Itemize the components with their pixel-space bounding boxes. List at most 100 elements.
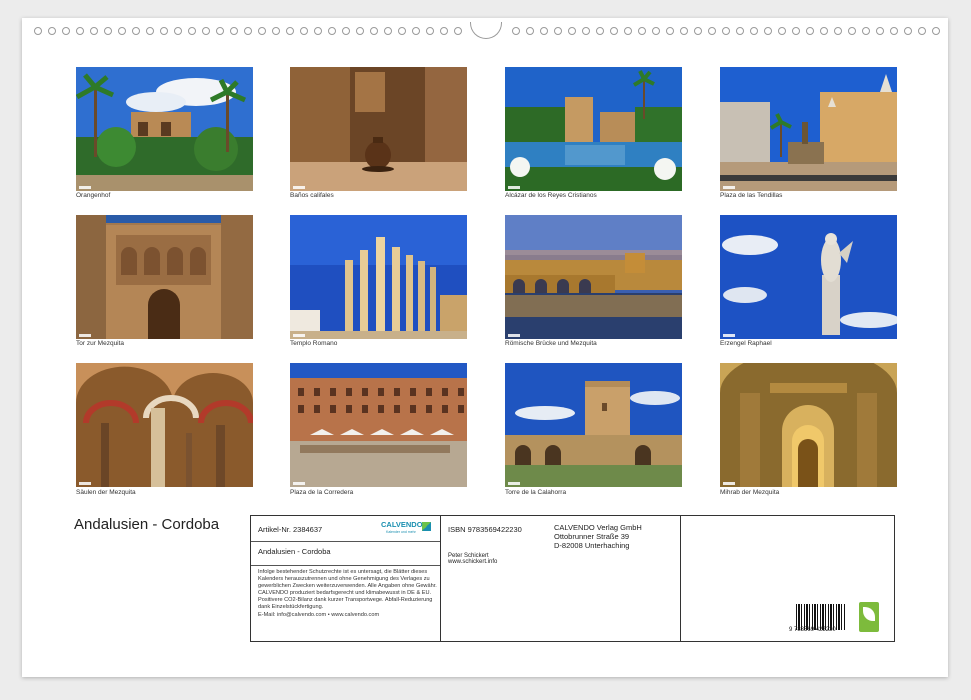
binding-hole xyxy=(750,27,758,35)
binding-hole xyxy=(104,27,112,35)
publisher-name: CALVENDO Verlag GmbH xyxy=(554,523,642,532)
binding-hole xyxy=(244,27,252,35)
binding-hole xyxy=(792,27,800,35)
photo-mihrab-mezquita xyxy=(720,363,897,487)
binding-hole xyxy=(904,27,912,35)
binding-hole xyxy=(230,27,238,35)
photo-caption: Römische Brücke und Mezquita xyxy=(505,340,597,347)
binding-hole xyxy=(666,27,674,35)
author-website: www.schickert.info xyxy=(448,559,498,565)
binding-hole xyxy=(568,27,576,35)
binding-hole xyxy=(540,27,548,35)
photo-caption: Tor zur Mezquita xyxy=(76,340,125,347)
photo-erzengel-raphael xyxy=(720,215,897,339)
photo-torre-calahorra xyxy=(505,363,682,487)
photo-plaza-tendillas xyxy=(720,67,897,191)
binding-hole xyxy=(890,27,898,35)
photo-caption: Säulen der Mezquita xyxy=(76,489,136,496)
binding-hole xyxy=(680,27,688,35)
binding-hole xyxy=(638,27,646,35)
binding-hole xyxy=(300,27,308,35)
photo-caption: Templo Romano xyxy=(290,340,338,347)
calvendo-logo: CALVENDO xyxy=(381,520,423,529)
calvendo-logo-icon xyxy=(422,522,431,531)
binding-hole xyxy=(554,27,562,35)
photo-roemische-bruecke xyxy=(505,215,682,339)
publisher-street: Ottobrunner Straße 39 xyxy=(554,532,630,541)
calvendo-tagline: Kalender und mehr xyxy=(386,530,416,534)
photo-caption: Plaza de las Tendillas xyxy=(720,192,783,199)
binding-hole xyxy=(160,27,168,35)
binding-hole xyxy=(118,27,126,35)
binding-hole xyxy=(454,27,462,35)
photo-templo-romano xyxy=(290,215,467,339)
photo-alcazar xyxy=(505,67,682,191)
binding-hole xyxy=(778,27,786,35)
binding-hole xyxy=(848,27,856,35)
binding-hole xyxy=(932,27,940,35)
contact-email: E-Mail: info@calvendo.com • www.calvendo… xyxy=(258,612,380,618)
info-box: Artikel-Nr. 2384637 CALVENDO Kalender un… xyxy=(250,515,895,642)
binding-hole xyxy=(272,27,280,35)
photo-banos-califales xyxy=(290,67,467,191)
binding-hole xyxy=(90,27,98,35)
photo-caption: Alcázar de los Reyes Cristianos xyxy=(505,192,597,199)
photo-caption: Plaza de la Corredera xyxy=(290,489,354,496)
photo-caption: Torre de la Calahorra xyxy=(505,489,567,496)
binding-hole xyxy=(328,27,336,35)
binding-hole xyxy=(342,27,350,35)
binding-hole xyxy=(512,27,520,35)
binding-hole xyxy=(834,27,842,35)
binding-hole xyxy=(146,27,154,35)
binding-hole xyxy=(314,27,322,35)
isbn: ISBN 9783569422230 xyxy=(448,525,522,534)
calendar-title: Andalusien - Cordoba xyxy=(74,516,220,533)
photo-tor-mezquita xyxy=(76,215,253,339)
barcode-number: 9 783569 422230 xyxy=(789,627,836,633)
photo-caption: Erzengel Raphael xyxy=(720,340,772,347)
binding-hole xyxy=(624,27,632,35)
binding-hole xyxy=(582,27,590,35)
binding-hole xyxy=(426,27,434,35)
binding-hole xyxy=(384,27,392,35)
photo-caption: Baños califales xyxy=(290,192,334,199)
binding-hole xyxy=(76,27,84,35)
binding-hole xyxy=(132,27,140,35)
binding-hole xyxy=(202,27,210,35)
binding-hole xyxy=(610,27,618,35)
binding-hole xyxy=(398,27,406,35)
binding-hole xyxy=(526,27,534,35)
legal-notice: Infolge bestehender Schutzrechte ist es … xyxy=(258,569,437,610)
product-title: Andalusien - Cordoba xyxy=(258,547,331,556)
binding-hole xyxy=(722,27,730,35)
binding-hole xyxy=(258,27,266,35)
feco-leaf-icon xyxy=(859,602,879,632)
binding-hole xyxy=(820,27,828,35)
binding-hole xyxy=(370,27,378,35)
binding-hole xyxy=(694,27,702,35)
binding-hole xyxy=(34,27,42,35)
binding-hole xyxy=(440,27,448,35)
photo-saeulen-mezquita xyxy=(76,363,253,487)
binding-hole xyxy=(356,27,364,35)
binding-hole xyxy=(62,27,70,35)
binding-hole xyxy=(708,27,716,35)
binding-hole xyxy=(876,27,884,35)
photo-orangenhof xyxy=(76,67,253,191)
binding-hole xyxy=(764,27,772,35)
publisher-city: D-82008 Unterhaching xyxy=(554,541,630,550)
binding-hole xyxy=(412,27,420,35)
binding-hole xyxy=(806,27,814,35)
binding-hole xyxy=(596,27,604,35)
binding-hole xyxy=(216,27,224,35)
binding-hole xyxy=(736,27,744,35)
photo-caption: Mihrab der Mezquita xyxy=(720,489,780,496)
binding-hole xyxy=(188,27,196,35)
binding-hole xyxy=(862,27,870,35)
binding-hole xyxy=(286,27,294,35)
binding-hole xyxy=(652,27,660,35)
photo-caption: Orangenhof xyxy=(76,192,111,199)
article-number: Artikel-Nr. 2384637 xyxy=(258,525,323,534)
binding-hole xyxy=(918,27,926,35)
photo-plaza-corredera xyxy=(290,363,467,487)
